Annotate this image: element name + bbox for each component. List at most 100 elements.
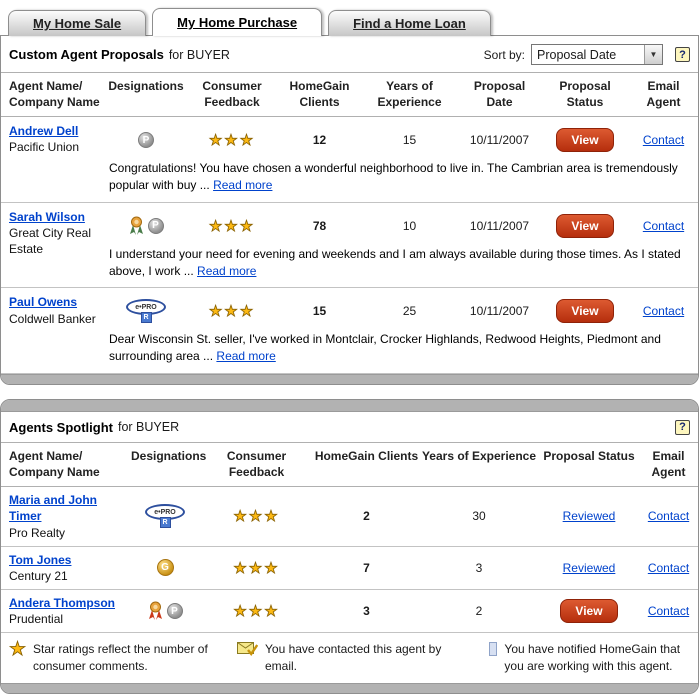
years-experience-value: 15: [361, 133, 458, 147]
years-experience-value: 25: [361, 304, 458, 318]
agent-name-link[interactable]: Tom Jones: [9, 552, 71, 568]
proposals-column-headers: Agent Name/ Company Name Designations Co…: [1, 72, 698, 117]
years-experience-value: 2: [419, 604, 539, 618]
tab-bar: My Home Sale My Home Purchase Find a Hom…: [0, 8, 699, 36]
contact-agent-link[interactable]: Contact: [643, 133, 684, 147]
contact-agent-link[interactable]: Contact: [648, 561, 689, 575]
designations-cell: G: [131, 559, 199, 576]
realtor-r-icon: R: [141, 312, 152, 323]
agent-row-values: P ★★★ 78 10 10/11/2007 View Contact: [106, 209, 698, 243]
col-email-agent: Email Agent: [629, 79, 698, 110]
panel-bottom-bar: [1, 374, 698, 384]
star-rating: ★★★: [186, 217, 278, 235]
agent-name-link[interactable]: Sarah Wilson: [9, 209, 85, 225]
col-agent-name: Agent Name/ Company Name: [9, 79, 106, 110]
legend-item-star: ★ Star ratings reflect the number of con…: [9, 641, 237, 673]
homegain-clients-value: 3: [314, 604, 419, 618]
spotlight-title: Agents Spotlight: [9, 420, 113, 435]
sort-by-selected-value: Proposal Date: [532, 48, 644, 62]
panel-top-bar: [1, 400, 698, 412]
spotlight-column-headers: Agent Name/ Company Name Designations Co…: [1, 442, 698, 487]
epro-designation-icon: e•PRO R: [126, 299, 166, 323]
agent-name-link[interactable]: Andera Thompson: [9, 595, 115, 611]
contact-agent-link[interactable]: Contact: [648, 509, 689, 523]
agent-message-text: Congratulations! You have chosen a wonde…: [109, 161, 678, 192]
view-proposal-button[interactable]: View: [556, 128, 613, 152]
agent-company: Prudential: [9, 611, 131, 627]
agent-row-values: P ★★★ 12 15 10/11/2007 View Contact: [106, 123, 698, 157]
homegain-clients-value: 15: [278, 304, 361, 318]
contact-agent-link[interactable]: Contact: [643, 219, 684, 233]
custom-agent-proposals-panel: Custom Agent Proposals for BUYER Sort by…: [0, 35, 699, 385]
col-proposal-status: Proposal Status: [541, 79, 629, 110]
proposals-audience: for BUYER: [169, 48, 230, 62]
col-homegain-clients: HomeGain Clients: [278, 79, 361, 110]
tab-my-home-purchase[interactable]: My Home Purchase: [152, 8, 322, 36]
help-icon[interactable]: ?: [675, 420, 690, 435]
agent-message: Congratulations! You have chosen a wonde…: [109, 160, 686, 194]
legend-text: Star ratings reflect the number of consu…: [33, 641, 223, 673]
reviewed-status-link[interactable]: Reviewed: [563, 509, 616, 523]
agent-proposals-page: My Home Sale My Home Purchase Find a Hom…: [0, 0, 699, 694]
col-years-experience: Years of Experience: [361, 79, 458, 110]
designations-cell: e•PRO R: [106, 299, 186, 323]
table-row: Maria and John Timer Pro Realty e•PRO R …: [1, 487, 698, 547]
agent-company: Century 21: [9, 568, 131, 584]
tab-my-home-sale[interactable]: My Home Sale: [8, 10, 146, 36]
chevron-down-icon[interactable]: ▼: [644, 45, 662, 64]
agent-name-cell: Tom Jones Century 21: [9, 552, 131, 584]
spotlight-audience: for BUYER: [118, 420, 179, 434]
help-icon[interactable]: ?: [675, 47, 690, 62]
email-icon: [237, 641, 258, 657]
table-row: Andrew Dell Pacific Union P ★★★ 12 15 10…: [1, 117, 698, 203]
designations-cell: P: [106, 132, 186, 148]
star-rating: ★★★: [186, 131, 278, 149]
agent-company: Pacific Union: [9, 139, 98, 155]
agent-message: I understand your need for evening and w…: [109, 246, 686, 280]
star-rating: ★★★: [199, 559, 314, 577]
view-proposal-button[interactable]: View: [556, 214, 613, 238]
read-more-link[interactable]: Read more: [197, 264, 256, 278]
col-agent-name: Agent Name/ Company Name: [9, 449, 131, 480]
reviewed-status-link[interactable]: Reviewed: [563, 561, 616, 575]
table-row: Paul Owens Coldwell Banker e•PRO R ★★★ 1…: [1, 288, 698, 374]
award-ribbon-icon: [148, 601, 163, 621]
star-rating: ★★★: [186, 302, 278, 320]
col-designations: Designations: [131, 449, 199, 480]
col-proposal-date: Proposal Date: [458, 79, 541, 110]
contact-agent-link[interactable]: Contact: [643, 304, 684, 318]
panel-bottom-bar: [1, 683, 698, 693]
agent-name-link[interactable]: Maria and John Timer: [9, 492, 131, 524]
read-more-link[interactable]: Read more: [213, 178, 272, 192]
designations-cell: P: [131, 601, 199, 621]
table-row: Sarah Wilson Great City Real Estate P ★★…: [1, 203, 698, 289]
years-experience-value: 3: [419, 561, 539, 575]
agent-company: Great City Real Estate: [9, 225, 98, 257]
designations-cell: P: [106, 216, 186, 236]
agent-name-cell: Maria and John Timer Pro Realty: [9, 492, 131, 541]
contact-agent-link[interactable]: Contact: [648, 604, 689, 618]
award-ribbon-icon: [129, 216, 144, 236]
checkbox-icon: [489, 642, 497, 656]
agent-name-cell: Paul Owens Coldwell Banker: [1, 294, 98, 326]
legend-text: You have notified HomeGain that you are …: [504, 641, 690, 673]
g-designation-icon: G: [157, 559, 174, 576]
tab-find-a-home-loan[interactable]: Find a Home Loan: [328, 10, 491, 36]
view-proposal-button[interactable]: View: [560, 599, 617, 623]
agent-name-link[interactable]: Paul Owens: [9, 294, 77, 310]
years-experience-value: 10: [361, 219, 458, 233]
sort-by-dropdown[interactable]: Proposal Date ▼: [531, 44, 663, 65]
proposals-title: Custom Agent Proposals: [9, 47, 164, 62]
agent-name-cell: Andera Thompson Prudential: [9, 595, 131, 627]
agent-row-values: e•PRO R ★★★ 15 25 10/11/2007 View Contac…: [106, 294, 698, 328]
agent-name-cell: Andrew Dell Pacific Union: [1, 123, 98, 155]
star-rating: ★★★: [199, 507, 314, 525]
view-proposal-button[interactable]: View: [556, 299, 613, 323]
read-more-link[interactable]: Read more: [216, 349, 275, 363]
col-homegain-clients: HomeGain Clients: [314, 449, 419, 480]
agent-message-text: Dear Wisconsin St. seller, I've worked i…: [109, 332, 661, 363]
col-consumer-feedback: Consumer Feedback: [186, 79, 278, 110]
agent-name-link[interactable]: Andrew Dell: [9, 123, 78, 139]
proposal-date-value: 10/11/2007: [458, 304, 541, 318]
homegain-clients-value: 78: [278, 219, 361, 233]
